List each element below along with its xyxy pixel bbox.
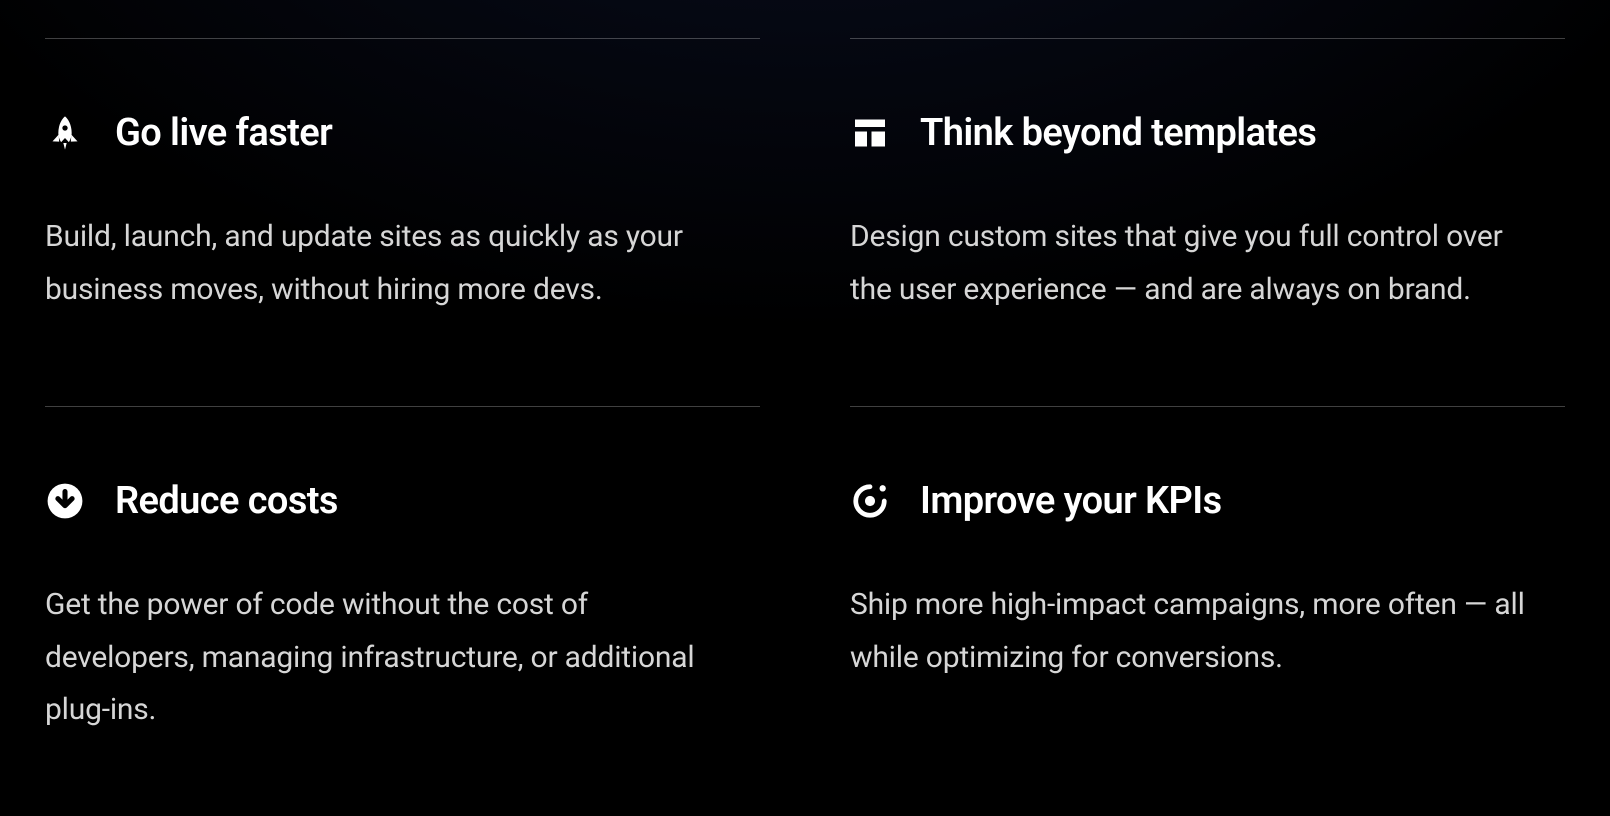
feature-description: Design custom sites that give you full c… bbox=[850, 211, 1530, 316]
feature-header: Go live faster bbox=[45, 111, 760, 155]
feature-header: Reduce costs bbox=[45, 479, 760, 523]
feature-title: Go live faster bbox=[115, 111, 332, 155]
feature-title: Improve your KPIs bbox=[920, 479, 1222, 523]
arrow-down-circle-icon bbox=[45, 481, 85, 521]
target-icon bbox=[850, 481, 890, 521]
feature-header: Improve your KPIs bbox=[850, 479, 1565, 523]
features-row-1: Go live faster Build, launch, and update… bbox=[0, 0, 1610, 376]
rocket-icon bbox=[45, 113, 85, 153]
feature-card: Think beyond templates Design custom sit… bbox=[850, 38, 1565, 376]
features-row-2: Reduce costs Get the power of code witho… bbox=[0, 376, 1610, 797]
feature-card: Improve your KPIs Ship more high-impact … bbox=[850, 406, 1565, 797]
feature-header: Think beyond templates bbox=[850, 111, 1565, 155]
feature-description: Ship more high-impact campaigns, more of… bbox=[850, 579, 1530, 684]
feature-title: Reduce costs bbox=[115, 479, 338, 523]
feature-description: Get the power of code without the cost o… bbox=[45, 579, 725, 737]
layout-icon bbox=[850, 113, 890, 153]
feature-title: Think beyond templates bbox=[920, 111, 1316, 155]
feature-card: Reduce costs Get the power of code witho… bbox=[45, 406, 760, 797]
feature-description: Build, launch, and update sites as quick… bbox=[45, 211, 725, 316]
feature-card: Go live faster Build, launch, and update… bbox=[45, 38, 760, 376]
